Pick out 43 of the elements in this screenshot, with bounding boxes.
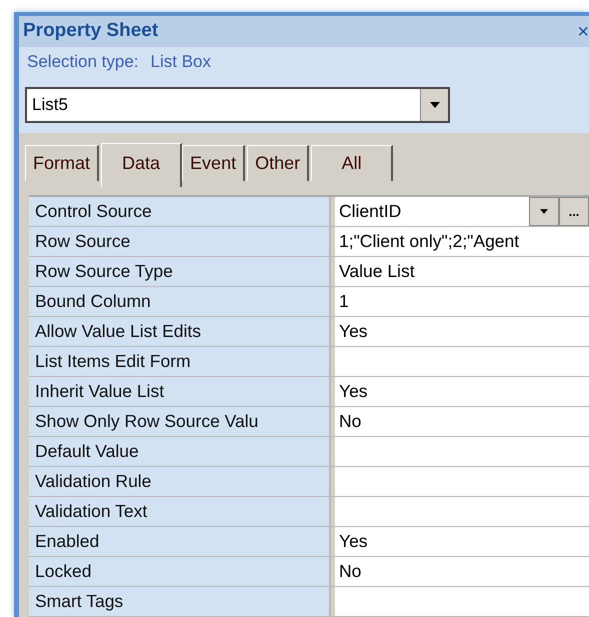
property-name: Row Source xyxy=(29,227,331,256)
property-name: Control Source xyxy=(29,197,331,226)
property-value-field[interactable]: Yes xyxy=(335,317,589,346)
property-name: List Items Edit Form xyxy=(29,347,331,376)
tab[interactable]: All xyxy=(311,145,394,181)
property-value-field[interactable] xyxy=(335,587,589,616)
property-name: Default Value xyxy=(29,437,331,466)
property-name: Enabled xyxy=(29,527,331,556)
property-name: Locked xyxy=(29,557,331,586)
selection-type-value: List Box xyxy=(150,51,211,74)
property-value-field[interactable]: No xyxy=(335,557,589,586)
tab[interactable]: Data xyxy=(101,143,182,187)
dropdown-button[interactable] xyxy=(420,89,448,121)
property-name: Allow Value List Edits xyxy=(29,317,331,346)
dropdown-button[interactable] xyxy=(529,197,559,226)
caret-icon xyxy=(430,102,440,108)
property-name: Bound Column xyxy=(29,287,331,316)
close-button[interactable]: × xyxy=(577,22,589,42)
property-name: Validation Rule xyxy=(29,467,331,496)
property-value-field[interactable] xyxy=(335,497,589,526)
builder-button[interactable]: ... xyxy=(559,197,589,226)
property-name: Validation Text xyxy=(29,497,331,526)
property-name: Smart Tags xyxy=(29,587,331,616)
property-name: Row Source Type xyxy=(29,257,331,286)
property-name: Show Only Row Source Valu xyxy=(29,407,331,436)
property-value-field[interactable]: Yes xyxy=(335,527,589,556)
tab[interactable]: Event xyxy=(182,145,246,181)
property-value-field[interactable]: Yes xyxy=(335,377,589,406)
property-name: Inherit Value List xyxy=(29,377,331,406)
caret-icon xyxy=(540,209,548,214)
property-value-field[interactable]: 1 xyxy=(335,287,589,316)
property-value-field[interactable] xyxy=(335,467,589,496)
property-value-field[interactable] xyxy=(335,347,589,376)
property-value-field[interactable]: ClientID ... xyxy=(335,197,589,226)
tab[interactable]: Other xyxy=(247,145,310,181)
panel-title: Property Sheet xyxy=(23,19,158,44)
object-combo[interactable]: List5 xyxy=(25,87,450,123)
selection-type-label: Selection type: xyxy=(27,51,139,74)
property-value-field[interactable]: No xyxy=(335,407,589,436)
property-value-field[interactable]: 1;"Client only";2;"Agent xyxy=(335,227,589,256)
tab[interactable]: Format xyxy=(25,145,100,181)
property-value-field[interactable]: Value List xyxy=(335,257,589,286)
property-value-field[interactable] xyxy=(335,437,589,466)
